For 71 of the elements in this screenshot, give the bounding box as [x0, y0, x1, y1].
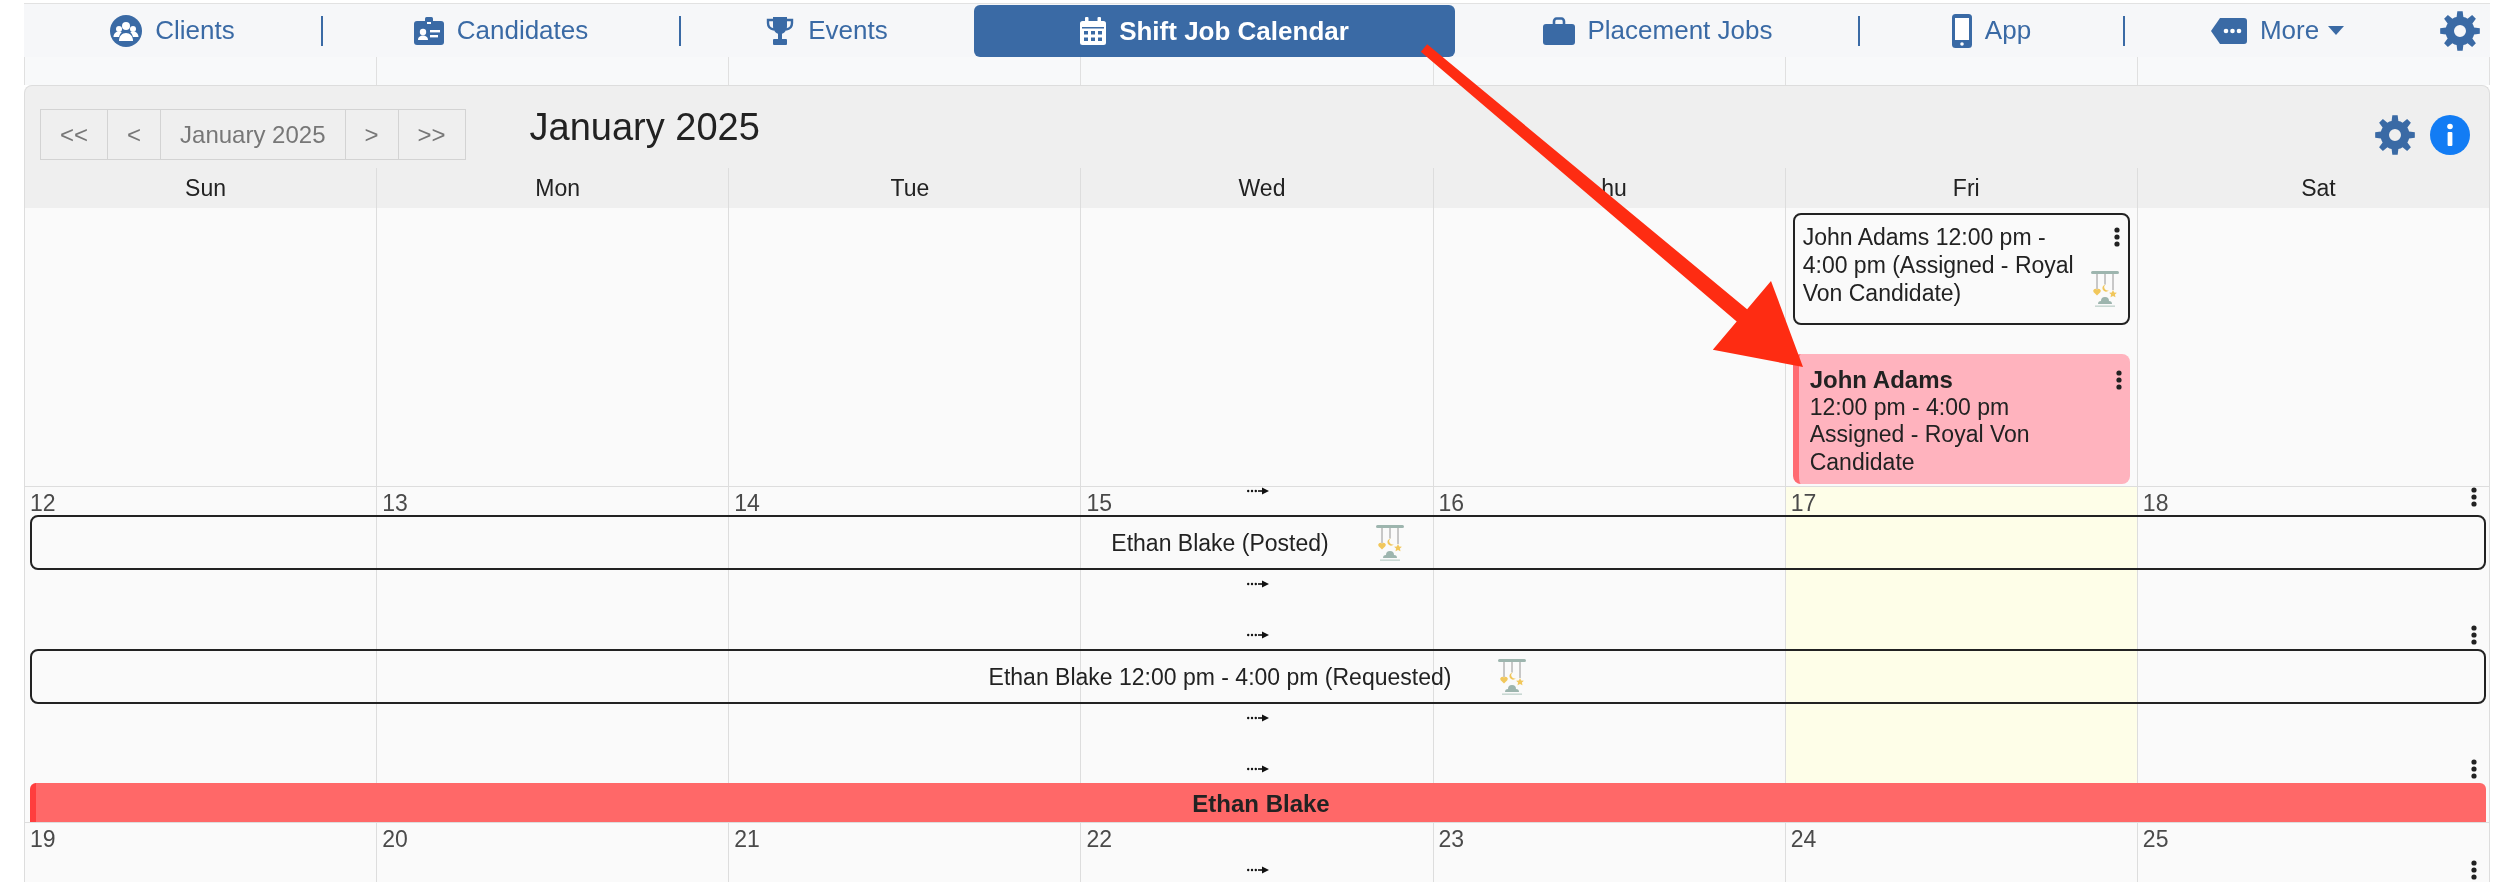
people-icon [110, 14, 143, 47]
dotted-arrow-icon[interactable] [1247, 631, 1269, 639]
settings-icon[interactable] [2440, 10, 2480, 51]
date-number: 14 [734, 492, 760, 514]
nav-tab[interactable]: Clients [110, 14, 235, 47]
date-number: 17 [1790, 492, 1817, 514]
calendar-icon [1080, 17, 1107, 45]
dotted-arrow-icon[interactable] [1247, 765, 1269, 773]
caret-icon [2328, 26, 2345, 35]
kebab-menu-icon[interactable] [2471, 860, 2477, 880]
calendar-nav-button[interactable]: << [40, 109, 109, 160]
date-number: 16 [1438, 492, 1465, 514]
phone-icon [1951, 13, 1972, 48]
event-text: John Adams 12:00 pm - 4:00 pm (Assigned - Royal Von Candidate) [1802, 223, 2075, 307]
calendar-nav-button[interactable]: January 2025 [160, 109, 346, 160]
nav-tab[interactable]: Placement Jobs [1542, 15, 1773, 46]
weekday-label: Mon [535, 174, 581, 202]
dotted-arrow-icon[interactable] [1247, 487, 1269, 495]
date-number: 21 [734, 828, 760, 850]
date-number: 22 [1086, 828, 1112, 850]
event-card[interactable]: John Adams 12:00 pm - 4:00 pm (Assigned - Royal Von Candidate) [1792, 213, 2130, 325]
crib-mobile-icon [1374, 524, 1405, 561]
date-number: 23 [1438, 828, 1465, 850]
event-title: John Adams [1809, 366, 1953, 394]
kebab-menu-icon[interactable] [2471, 625, 2477, 645]
dotted-arrow-icon[interactable] [1247, 580, 1269, 588]
weekday-label: Fri [1952, 174, 1980, 202]
kebab-menu-icon[interactable] [2471, 759, 2477, 779]
event-time: 12:00 pm - 4:00 pm [1809, 393, 2010, 421]
nav-tab[interactable]: Candidates [413, 15, 589, 46]
crib-mobile-icon [2089, 271, 2120, 307]
kebab-menu-icon[interactable] [2113, 227, 2120, 247]
date-number: 15 [1086, 492, 1112, 514]
nav-tab[interactable]: Events [765, 15, 888, 46]
trophy-icon [765, 16, 796, 45]
date-number: 19 [30, 828, 56, 850]
calendar-nav-button[interactable]: > [344, 109, 399, 160]
date-number: 12 [30, 492, 56, 514]
event-card[interactable]: John Adams 12:00 pm - 4:00 pm Assigned - Royal Von Candidate [1792, 354, 2130, 484]
date-number: 25 [2142, 828, 2169, 850]
weekday-label: Wed [1238, 174, 1286, 202]
event-status: Assigned - Royal Von Candidate [1809, 421, 2031, 476]
dots-tag-icon [2210, 17, 2247, 44]
crib-mobile-icon [1497, 658, 1528, 695]
calendar-nav-button[interactable]: >> [397, 109, 466, 160]
nav-tab[interactable]: More [2210, 15, 2345, 46]
kebab-menu-icon[interactable] [2471, 487, 2477, 507]
event-bar[interactable]: Ethan Blake (Posted) [30, 515, 2486, 570]
id-badge-icon [413, 16, 444, 45]
event-text: Ethan Blake 12:00 pm - 4:00 pm (Requested) [988, 662, 1452, 692]
month-title: January 2025 [529, 105, 760, 149]
event-bar[interactable]: Ethan Blake [30, 783, 2486, 822]
weekday-label: Sat [2301, 174, 2336, 202]
event-text: Ethan Blake (Posted) [1111, 528, 1329, 558]
weekday-label: Sun [185, 174, 227, 202]
event-bar[interactable]: Ethan Blake 12:00 pm - 4:00 pm (Requested) [30, 649, 2486, 704]
calendar-nav-button[interactable]: < [107, 109, 162, 160]
weekday-label: Tue [890, 174, 930, 202]
nav-tab[interactable]: App [1951, 13, 2032, 48]
date-number: 20 [382, 828, 408, 850]
info-icon[interactable] [2430, 114, 2470, 155]
date-number: 24 [1790, 828, 1817, 850]
date-number: 13 [382, 492, 408, 514]
date-number: 18 [2142, 492, 2169, 514]
dotted-arrow-icon[interactable] [1247, 714, 1269, 722]
settings-icon[interactable] [2375, 114, 2415, 155]
nav-tab[interactable]: Shift Job Calendar [974, 5, 1455, 57]
event-title: Ethan Blake [1192, 789, 1330, 819]
briefcase-icon [1542, 16, 1575, 45]
dotted-arrow-icon[interactable] [1247, 866, 1269, 874]
kebab-menu-icon[interactable] [2115, 370, 2122, 390]
